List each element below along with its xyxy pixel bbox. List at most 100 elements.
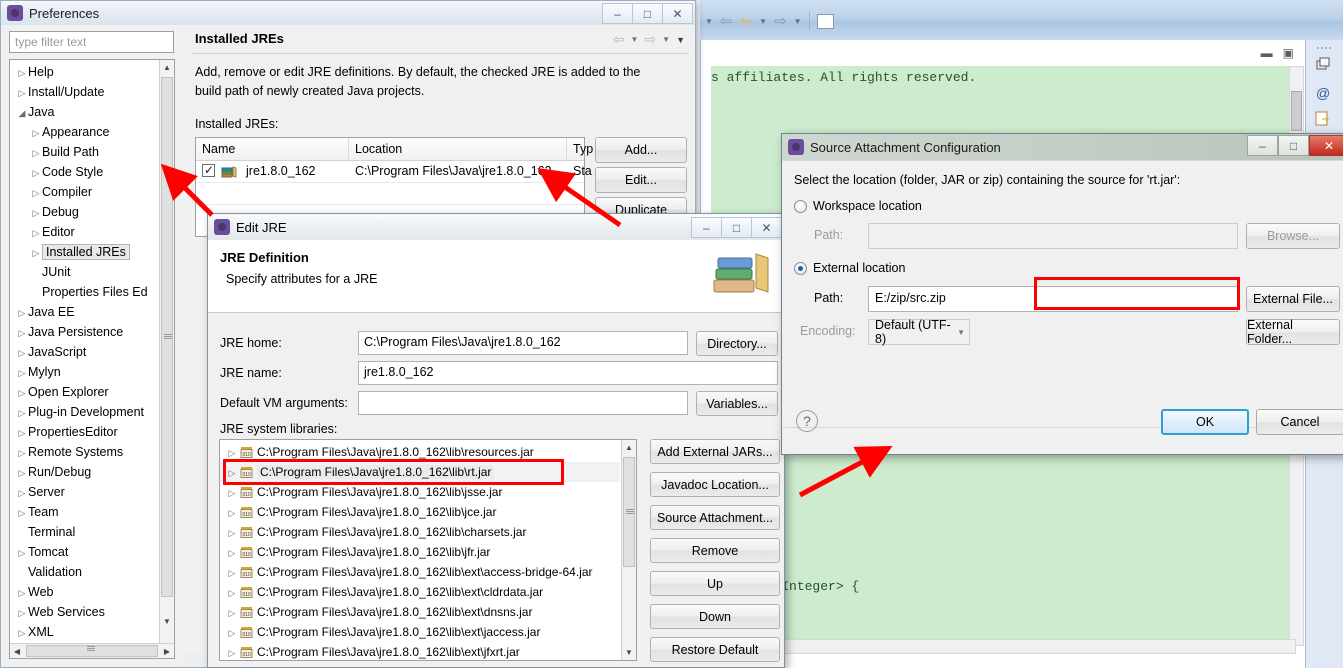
chevron-right-icon[interactable]: ▷ [16, 603, 28, 623]
sidebar-item-appearance[interactable]: ▷ Appearance [10, 122, 158, 142]
javadoc-at-icon[interactable]: @ [1314, 84, 1332, 102]
chevron-right-icon[interactable]: ▷ [30, 203, 42, 223]
source-attachment-maximize-button[interactable]: □ [1278, 135, 1309, 156]
back-dropdown-caret-icon[interactable]: ▼ [759, 17, 767, 26]
editor-minimize-icon[interactable]: ▬ [1261, 46, 1273, 60]
chevron-right-icon[interactable]: ▷ [224, 443, 240, 463]
workspace-location-radio[interactable] [794, 199, 807, 213]
page-back-caret-icon[interactable]: ▼ [631, 35, 639, 44]
chevron-right-icon[interactable]: ▷ [224, 603, 240, 623]
sidebar-item-mylyn[interactable]: ▷ Mylyn [10, 362, 158, 382]
workspace-path-input[interactable] [868, 223, 1238, 249]
tree-hscroll-thumb[interactable] [26, 645, 158, 657]
remove-library-button[interactable]: Remove [650, 538, 780, 563]
chevron-right-icon[interactable]: ▷ [30, 163, 42, 183]
chevron-right-icon[interactable]: ▷ [224, 623, 240, 643]
editor-vertical-scroll-thumb[interactable] [1291, 91, 1302, 131]
workspace-location-radio-row[interactable]: Workspace location [794, 199, 922, 213]
libraries-scroll-down-icon[interactable]: ▼ [622, 645, 636, 660]
sidebar-item-compiler[interactable]: ▷ Compiler [10, 182, 158, 202]
chevron-right-icon[interactable]: ▷ [16, 403, 28, 423]
column-header-location[interactable]: Location [349, 138, 585, 160]
help-icon[interactable]: ? [796, 410, 818, 432]
preferences-close-button[interactable]: ✕ [663, 3, 693, 24]
sidebar-item-propertieseditor[interactable]: ▷ PropertiesEditor [10, 422, 158, 442]
library-list-item[interactable]: ▷ 010 C:\Program Files\Java\jre1.8.0_162\l… [220, 462, 620, 482]
libraries-vertical-scrollbar[interactable]: ▲ ▼ [621, 440, 636, 660]
sidebar-item-xml[interactable]: ▷ XML [10, 622, 158, 642]
chevron-right-icon[interactable]: ▷ [16, 343, 28, 363]
library-list-item[interactable]: ▷ 010 C:\Program Files\Java\jre1.8.0_162\l… [220, 562, 620, 582]
jre-system-libraries-list[interactable]: ▷ 010 C:\Program Files\Java\jre1.8.0_162\l… [219, 439, 637, 661]
chevron-right-icon[interactable]: ▷ [16, 483, 28, 503]
chevron-right-icon[interactable]: ▷ [224, 523, 240, 543]
chevron-right-icon[interactable]: ▷ [30, 123, 42, 143]
library-list-item[interactable]: ▷ 010 C:\Program Files\Java\jre1.8.0_162\l… [220, 502, 620, 522]
page-forward-caret-icon[interactable]: ▼ [662, 35, 670, 44]
back-arrow-active-icon[interactable]: ⇦ [740, 12, 753, 30]
restore-default-button[interactable]: Restore Default [650, 637, 780, 662]
chevron-right-icon[interactable]: ▷ [224, 583, 240, 603]
sidebar-item-java-ee[interactable]: ▷ Java EE [10, 302, 158, 322]
sidebar-item-code-style[interactable]: ▷ Code Style [10, 162, 158, 182]
editor-horizontal-scrollbar[interactable] [711, 639, 1296, 654]
chevron-right-icon[interactable]: ▷ [30, 183, 42, 203]
chevron-right-icon[interactable]: ▷ [16, 363, 28, 383]
chevron-right-icon[interactable]: ▷ [16, 503, 28, 523]
external-file-button[interactable]: External File... [1246, 286, 1340, 312]
new-window-icon[interactable] [816, 13, 834, 29]
sidebar-item-run-debug[interactable]: ▷ Run/Debug [10, 462, 158, 482]
chevron-right-icon[interactable]: ▷ [224, 503, 240, 523]
library-list-item[interactable]: ▷ 010 C:\Program Files\Java\jre1.8.0_162\l… [220, 622, 620, 642]
editor-maximize-icon[interactable]: ▣ [1283, 46, 1294, 60]
page-menu-caret-icon[interactable]: ▼ [676, 35, 685, 45]
jre-name-input[interactable]: jre1.8.0_162 [358, 361, 778, 385]
chevron-right-icon[interactable]: ▷ [16, 583, 28, 603]
sidebar-item-installed-jres[interactable]: ▷ Installed JREs [10, 242, 158, 262]
rail-drag-handle[interactable] [1316, 46, 1332, 51]
forward-arrow-icon[interactable]: ⇨ [774, 12, 787, 30]
vm-arguments-input[interactable] [358, 391, 688, 415]
tree-scroll-thumb[interactable] [161, 77, 173, 597]
chevron-down-icon[interactable]: ◢ [16, 103, 28, 123]
edit-jre-maximize-button[interactable]: □ [722, 217, 752, 238]
preferences-tree[interactable]: ▷ Help ▷ Install/Update ◢ Java ▷ Appearance ▷ Bui… [9, 59, 175, 659]
jre-home-directory-button[interactable]: Directory... [696, 331, 778, 356]
vm-arguments-variables-button[interactable]: Variables... [696, 391, 778, 416]
sidebar-item-javascript[interactable]: ▷ JavaScript [10, 342, 158, 362]
table-row[interactable]: ✓ jre1.8.0_162 C:\Program Files\Java\jre… [196, 160, 592, 183]
tree-scroll-right-icon[interactable]: ▶ [160, 644, 174, 658]
tree-scroll-down-icon[interactable]: ▼ [160, 614, 174, 629]
sidebar-item-terminal[interactable]: Terminal [10, 522, 158, 542]
ok-button[interactable]: OK [1161, 409, 1249, 435]
sidebar-item-java[interactable]: ◢ Java [10, 102, 158, 122]
toolbar-caret-icon[interactable]: ▼ [705, 17, 713, 26]
external-folder-button[interactable]: External Folder... [1246, 318, 1340, 346]
chevron-right-icon[interactable]: ▷ [224, 643, 240, 660]
sidebar-item-server[interactable]: ▷ Server [10, 482, 158, 502]
external-location-radio-row[interactable]: External location [794, 261, 905, 275]
page-forward-icon[interactable]: ⇨ [644, 31, 656, 48]
javadoc-location-button[interactable]: Javadoc Location... [650, 472, 780, 497]
edit-jre-minimize-button[interactable]: – [691, 217, 722, 238]
chevron-right-icon[interactable]: ▷ [16, 423, 28, 443]
libraries-scroll-up-icon[interactable]: ▲ [622, 440, 636, 455]
library-list-item[interactable]: ▷ 010 C:\Program Files\Java\jre1.8.0_162\l… [220, 602, 620, 622]
library-list-item[interactable]: ▷ 010 C:\Program Files\Java\jre1.8.0_162\l… [220, 642, 620, 660]
sidebar-item-build-path[interactable]: ▷ Build Path [10, 142, 158, 162]
chevron-right-icon[interactable]: ▷ [16, 383, 28, 403]
sidebar-item-java-persistence[interactable]: ▷ Java Persistence [10, 322, 158, 342]
chevron-right-icon[interactable]: ▷ [16, 463, 28, 483]
sidebar-item-junit[interactable]: JUnit [10, 262, 158, 282]
chevron-right-icon[interactable]: ▷ [30, 143, 42, 163]
edit-jre-close-button[interactable]: ✕ [752, 217, 782, 238]
filter-text-input[interactable]: type filter text [9, 31, 174, 53]
sidebar-item-install-update[interactable]: ▷ Install/Update [10, 82, 158, 102]
encoding-select[interactable]: Default (UTF-8) ▼ [868, 318, 970, 346]
move-down-button[interactable]: Down [650, 604, 780, 629]
sidebar-item-remote-systems[interactable]: ▷ Remote Systems [10, 442, 158, 462]
chevron-right-icon[interactable]: ▷ [224, 463, 240, 483]
move-up-button[interactable]: Up [650, 571, 780, 596]
column-header-type[interactable]: Typ [567, 138, 593, 160]
library-list-item[interactable]: ▷ 010 C:\Program Files\Java\jre1.8.0_162\l… [220, 582, 620, 602]
